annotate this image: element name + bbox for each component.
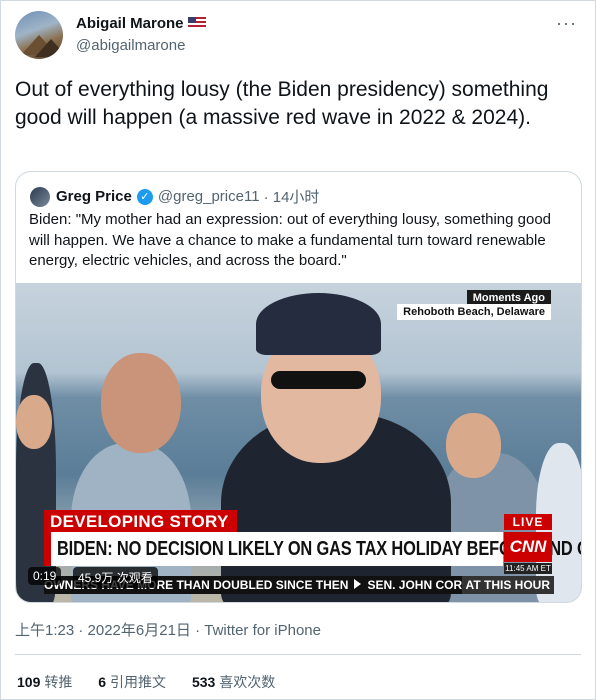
- broadcast-clock: 11:45 AM ET: [504, 563, 552, 574]
- likes-count: 533: [191, 674, 216, 690]
- location-badge: Rehoboth Beach, Delaware: [397, 304, 551, 320]
- quoted-tweet-age: · 14小时: [263, 189, 320, 206]
- developing-story-banner: DEVELOPING STORY: [44, 510, 237, 533]
- author-handle[interactable]: @abigailmarone: [76, 37, 185, 54]
- bystander-face-right: [446, 413, 501, 478]
- quoted-tweet-header: Greg Price ✓ @greg_price11 · 14小时: [30, 186, 319, 207]
- video-view-count: 45.9万 次观看: [73, 567, 158, 588]
- avatar-mountain-shape-dark: [35, 39, 63, 57]
- verified-badge-icon: ✓: [136, 188, 153, 205]
- chyron-headline: BIDEN: NO DECISION LIKELY ON GAS TAX HOL…: [44, 532, 581, 566]
- tweet-text: Out of everything lousy (the Biden presi…: [15, 78, 549, 129]
- engagement-stats: 109 转推 6 引用推文 533 喜欢次数: [17, 672, 297, 692]
- speaker-cap: [256, 293, 381, 355]
- ticker-end-label: AT THIS HOUR: [461, 576, 554, 594]
- video-duration: 0:19: [28, 567, 62, 585]
- author-name-row[interactable]: Abigail Marone: [76, 15, 206, 32]
- tweet-card: Abigail Marone @abigailmarone ··· Out of…: [0, 0, 596, 700]
- chyron-headline-text: BIDEN: NO DECISION LIKELY ON GAS TAX HOL…: [57, 538, 581, 560]
- quoted-tweet-text: Biden: "My mother had an expression: out…: [29, 211, 552, 269]
- retweets-label: 转推: [44, 674, 73, 690]
- stats-divider: [15, 654, 581, 655]
- tweet-timestamp[interactable]: 上午1:23 · 2022年6月21日 · Twitter for iPhone: [15, 619, 321, 640]
- author-avatar[interactable]: [15, 11, 63, 59]
- bystander-face-left: [16, 395, 52, 449]
- retweets-stat[interactable]: 109 转推: [17, 674, 72, 690]
- quoted-author-name[interactable]: Greg Price: [56, 188, 132, 205]
- quotes-stat[interactable]: 6 引用推文: [98, 674, 166, 690]
- speaker-sunglasses: [271, 371, 366, 389]
- live-badge: LIVE: [504, 514, 552, 530]
- more-options-icon[interactable]: ···: [556, 13, 577, 34]
- retweets-count: 109: [17, 674, 41, 690]
- ticker-separator-icon: [354, 579, 362, 589]
- quotes-count: 6: [98, 674, 107, 690]
- cnn-logo: CNN: [504, 532, 552, 562]
- likes-label: 喜欢次数: [219, 674, 276, 690]
- quoted-author-handle: @greg_price11: [157, 188, 260, 205]
- quoted-tweet[interactable]: Greg Price ✓ @greg_price11 · 14小时 Biden:…: [15, 171, 582, 603]
- quoted-author-avatar[interactable]: [30, 186, 50, 207]
- video-player[interactable]: Moments Ago Rehoboth Beach, Delaware DEV…: [16, 283, 581, 602]
- us-flag-icon: [187, 17, 206, 29]
- aide-face: [101, 353, 181, 453]
- author-name[interactable]: Abigail Marone: [76, 15, 184, 32]
- likes-stat[interactable]: 533 喜欢次数: [192, 674, 275, 690]
- quotes-label: 引用推文: [110, 674, 167, 690]
